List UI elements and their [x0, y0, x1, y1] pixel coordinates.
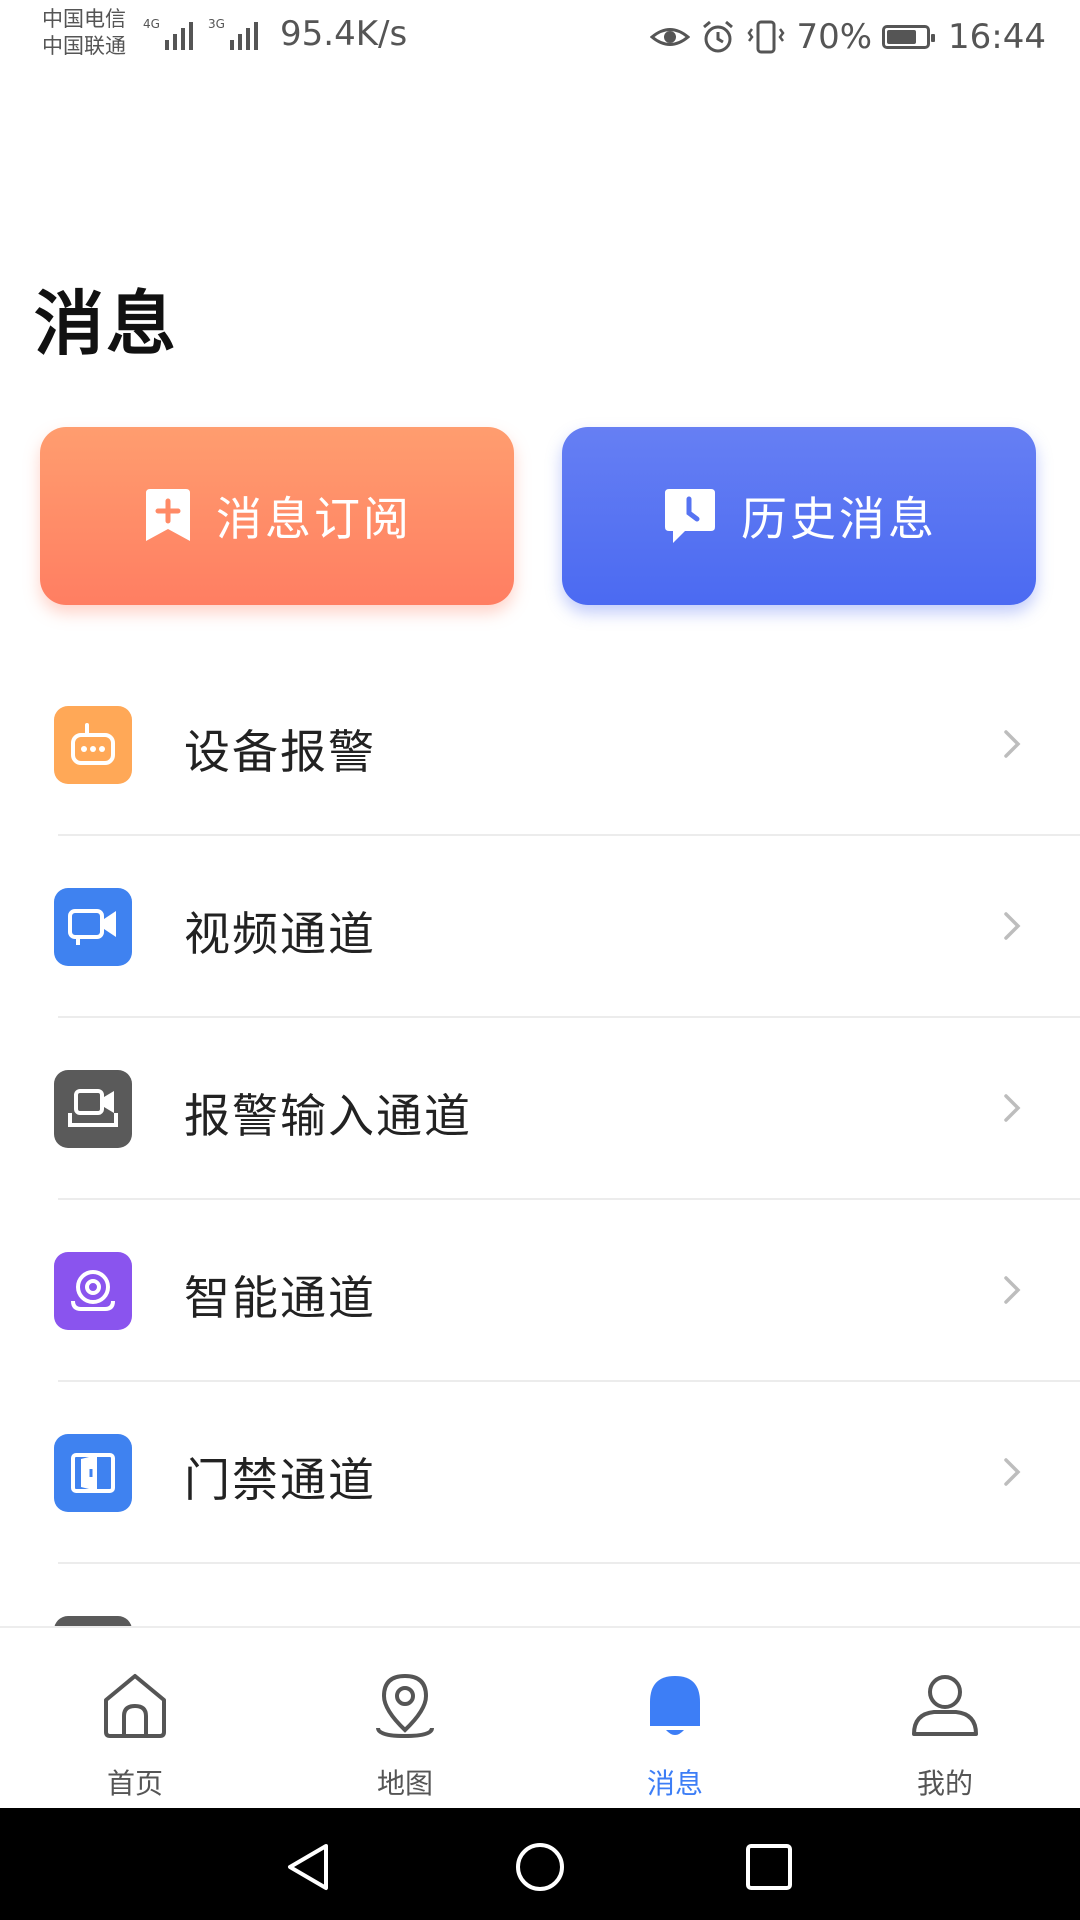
history-label: 历史消息: [741, 492, 937, 546]
tab-me[interactable]: 我的: [810, 1628, 1080, 1810]
list-item-video-channel[interactable]: 视频通道: [0, 836, 1080, 1018]
svg-text:3G: 3G: [208, 17, 225, 31]
chevron-right-icon: [1004, 1458, 1021, 1486]
alarm-input-icon: [54, 1070, 132, 1148]
carrier-2: 中国联通: [42, 34, 126, 58]
chevron-right-icon: [1004, 912, 1021, 940]
bell-icon: [650, 1676, 700, 1735]
system-navigation-bar: [0, 1808, 1080, 1920]
list-item-label: 智能通道: [184, 1271, 376, 1325]
list-item-label: 报警输入通道: [184, 1089, 472, 1143]
carrier-1: 中国电信: [42, 7, 126, 31]
svg-text:4G: 4G: [143, 17, 160, 31]
tab-label: 我的: [916, 1767, 973, 1800]
list-item-label: 设备报警: [184, 725, 376, 779]
list-item-access-control-channel[interactable]: 门禁通道: [0, 1382, 1080, 1564]
robot-device-icon: [54, 706, 132, 784]
tab-messages[interactable]: 消息: [540, 1628, 810, 1810]
status-right: 70% 16:44: [650, 14, 1046, 60]
alarm-clock-icon: [703, 20, 734, 53]
tab-map[interactable]: 地图: [270, 1628, 540, 1810]
home-icon: [104, 1674, 166, 1738]
door-icon: [54, 1434, 132, 1512]
chevron-right-icon: [1004, 1276, 1021, 1304]
tab-label: 消息: [646, 1767, 703, 1800]
list-item-smart-channel[interactable]: 智能通道: [0, 1200, 1080, 1382]
subscribe-label: 消息订阅: [216, 492, 412, 546]
smart-camera-icon: [54, 1252, 132, 1330]
tab-home[interactable]: 首页: [0, 1628, 270, 1810]
battery-percent: 70%: [796, 17, 873, 57]
list-item-device-alarm[interactable]: 设备报警: [0, 654, 1080, 836]
list-item-label: 门禁通道: [184, 1453, 376, 1507]
battery-icon: [882, 25, 936, 49]
list-item-label: 视频通道: [184, 907, 376, 961]
bottom-tab-bar: 首页 地图 消息 我的: [0, 1626, 1080, 1810]
list-item-alarm-input-channel[interactable]: 报警输入通道: [0, 1018, 1080, 1200]
carrier-info: 中国电信 中国联通: [42, 6, 126, 60]
home-circle-icon[interactable]: [513, 1840, 567, 1894]
back-icon[interactable]: [282, 1840, 336, 1894]
signal-3g-icon: 3G: [208, 17, 258, 50]
tab-label: 首页: [106, 1767, 163, 1800]
clock-time: 16:44: [948, 17, 1046, 57]
eye-icon: [650, 28, 691, 46]
user-icon: [912, 1675, 978, 1736]
bookmark-plus-icon: [146, 489, 190, 541]
network-speed: 95.4K/s: [280, 14, 408, 54]
vibrate-icon: [747, 20, 785, 54]
subscribe-button[interactable]: 消息订阅: [40, 427, 514, 605]
map-pin-icon: [376, 1673, 434, 1739]
video-camera-icon: [54, 888, 132, 966]
status-bar: 中国电信 中国联通 4G 3G 95.4K/s 70% 16:44: [0, 0, 1080, 80]
history-chat-icon: [665, 489, 715, 543]
recents-icon[interactable]: [742, 1840, 796, 1894]
page-title: 消息: [34, 283, 178, 365]
tab-label: 地图: [376, 1767, 433, 1800]
history-button[interactable]: 历史消息: [562, 427, 1036, 605]
signal-4g-icon: 4G: [143, 17, 193, 50]
chevron-right-icon: [1004, 730, 1021, 758]
chevron-right-icon: [1004, 1094, 1021, 1122]
channel-list: 设备报警 视频通道 报警输入通道 智能通道 门禁通道: [0, 654, 1080, 1746]
